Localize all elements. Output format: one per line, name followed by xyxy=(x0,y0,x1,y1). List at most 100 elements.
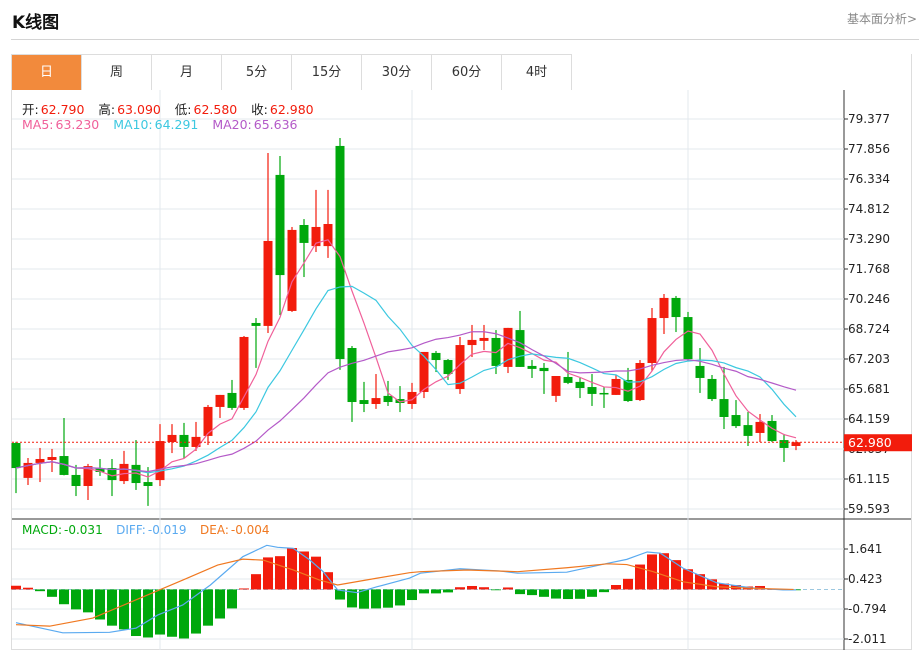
candle-up xyxy=(167,434,177,443)
candle-down xyxy=(359,400,369,404)
candle-down xyxy=(299,224,309,243)
macd-tick-label: -2.011 xyxy=(848,632,887,646)
macd-bar xyxy=(71,589,81,610)
macd-bar xyxy=(155,589,165,635)
candle-down xyxy=(11,443,21,469)
candle-up xyxy=(323,224,333,247)
macd-bar xyxy=(119,589,129,630)
macd-bar xyxy=(371,589,381,609)
ma20-label: MA20: xyxy=(212,117,252,132)
macd-bar xyxy=(551,589,561,599)
candle-down xyxy=(575,381,585,389)
candle-up xyxy=(659,297,669,319)
ma5-value: 63.230 xyxy=(55,117,100,132)
diff-label: DIFF: xyxy=(116,523,146,537)
ohlc-legend: 开: 62.790 高: 63.090 低: 62.580 收: 62.980 xyxy=(22,99,316,118)
macd-bar xyxy=(59,589,69,605)
macd-bar xyxy=(431,589,441,594)
macd-tick-label: 1.641 xyxy=(848,542,882,556)
dea-value: -0.004 xyxy=(230,523,270,537)
macd-bar xyxy=(359,589,369,609)
macd-bar xyxy=(47,589,57,597)
macd-bar xyxy=(491,589,501,591)
low-value: 62.580 xyxy=(193,102,238,117)
candle-down xyxy=(251,322,261,326)
macd-bar xyxy=(107,589,117,626)
macd-bar xyxy=(503,587,513,590)
macd-bar xyxy=(239,588,249,590)
candle-up xyxy=(551,375,561,396)
candle-up xyxy=(119,463,129,482)
candle-down xyxy=(71,474,81,486)
price-tick-label: 64.159 xyxy=(848,412,890,426)
candle-up xyxy=(215,394,225,407)
price-tick-label: 77.856 xyxy=(848,142,890,156)
close-label: 收: xyxy=(251,102,268,117)
macd-tick-label: 0.423 xyxy=(848,572,882,586)
macd-bar xyxy=(407,589,417,601)
candle-up xyxy=(479,337,489,341)
macd-bar xyxy=(179,589,189,639)
macd-label: MACD: xyxy=(22,523,63,537)
high-value: 63.090 xyxy=(117,102,161,117)
price-tick-label: 70.246 xyxy=(848,292,890,306)
kline-chart[interactable]: 79.377 77.856 76.334 74.812 73.290 71.768 70.2… xyxy=(0,0,919,650)
price-tick-label: 59.593 xyxy=(848,502,890,516)
candle-down xyxy=(695,365,705,378)
price-tick-label: 74.812 xyxy=(848,202,890,216)
candle-up xyxy=(755,421,765,433)
macd-tick-label: -0.794 xyxy=(848,602,887,616)
high-label: 高: xyxy=(98,102,116,117)
candle-down xyxy=(347,348,357,403)
macd-bar xyxy=(515,589,525,595)
macd-bar xyxy=(671,560,681,590)
candle-down xyxy=(431,352,441,361)
macd-bar xyxy=(35,589,45,592)
candle-down xyxy=(443,360,453,375)
ma10-value: 64.291 xyxy=(154,117,199,132)
candle-down xyxy=(599,392,609,395)
candle-up xyxy=(47,457,57,460)
macd-bar xyxy=(575,589,585,599)
price-tick-label: 68.724 xyxy=(848,322,890,336)
price-tick-label: 76.334 xyxy=(848,172,890,186)
diff-value: -0.019 xyxy=(147,523,187,537)
macd-bar xyxy=(167,589,177,637)
open-label: 开: xyxy=(22,102,39,117)
macd-bar xyxy=(23,587,33,590)
candle-up xyxy=(371,398,381,404)
current-price-label: 62.980 xyxy=(848,435,892,450)
candle-up xyxy=(287,229,297,311)
candle-up xyxy=(419,351,429,392)
candle-down xyxy=(515,330,525,367)
candle-down xyxy=(143,482,153,486)
macd-value: -0.031 xyxy=(64,523,103,537)
macd-bar xyxy=(527,589,537,596)
candle-up xyxy=(791,442,801,446)
candle-up xyxy=(263,240,273,326)
ma5-label: MA5: xyxy=(22,117,54,132)
macd-bar xyxy=(455,587,465,590)
price-tick-label: 73.290 xyxy=(848,232,890,246)
candle-down xyxy=(275,174,285,276)
candle-down xyxy=(587,387,597,394)
macd-bar xyxy=(227,589,237,609)
candle-down xyxy=(227,392,237,408)
candle-down xyxy=(671,297,681,318)
candle-down xyxy=(683,317,693,360)
macd-bar xyxy=(299,551,309,590)
candle-down xyxy=(563,376,573,383)
candle-down xyxy=(527,365,537,369)
candle-down xyxy=(707,378,717,400)
macd-bar xyxy=(563,589,573,600)
dea-label: DEA: xyxy=(200,523,229,537)
ma10-label: MA10: xyxy=(113,117,153,132)
macd-bar xyxy=(395,589,405,606)
candle-down xyxy=(179,434,189,447)
candle-down xyxy=(539,367,549,372)
candle-up xyxy=(467,339,477,346)
candle-up xyxy=(155,441,165,481)
macd-bar xyxy=(611,585,621,590)
macd-bar xyxy=(479,587,489,590)
macd-bar xyxy=(11,585,21,590)
